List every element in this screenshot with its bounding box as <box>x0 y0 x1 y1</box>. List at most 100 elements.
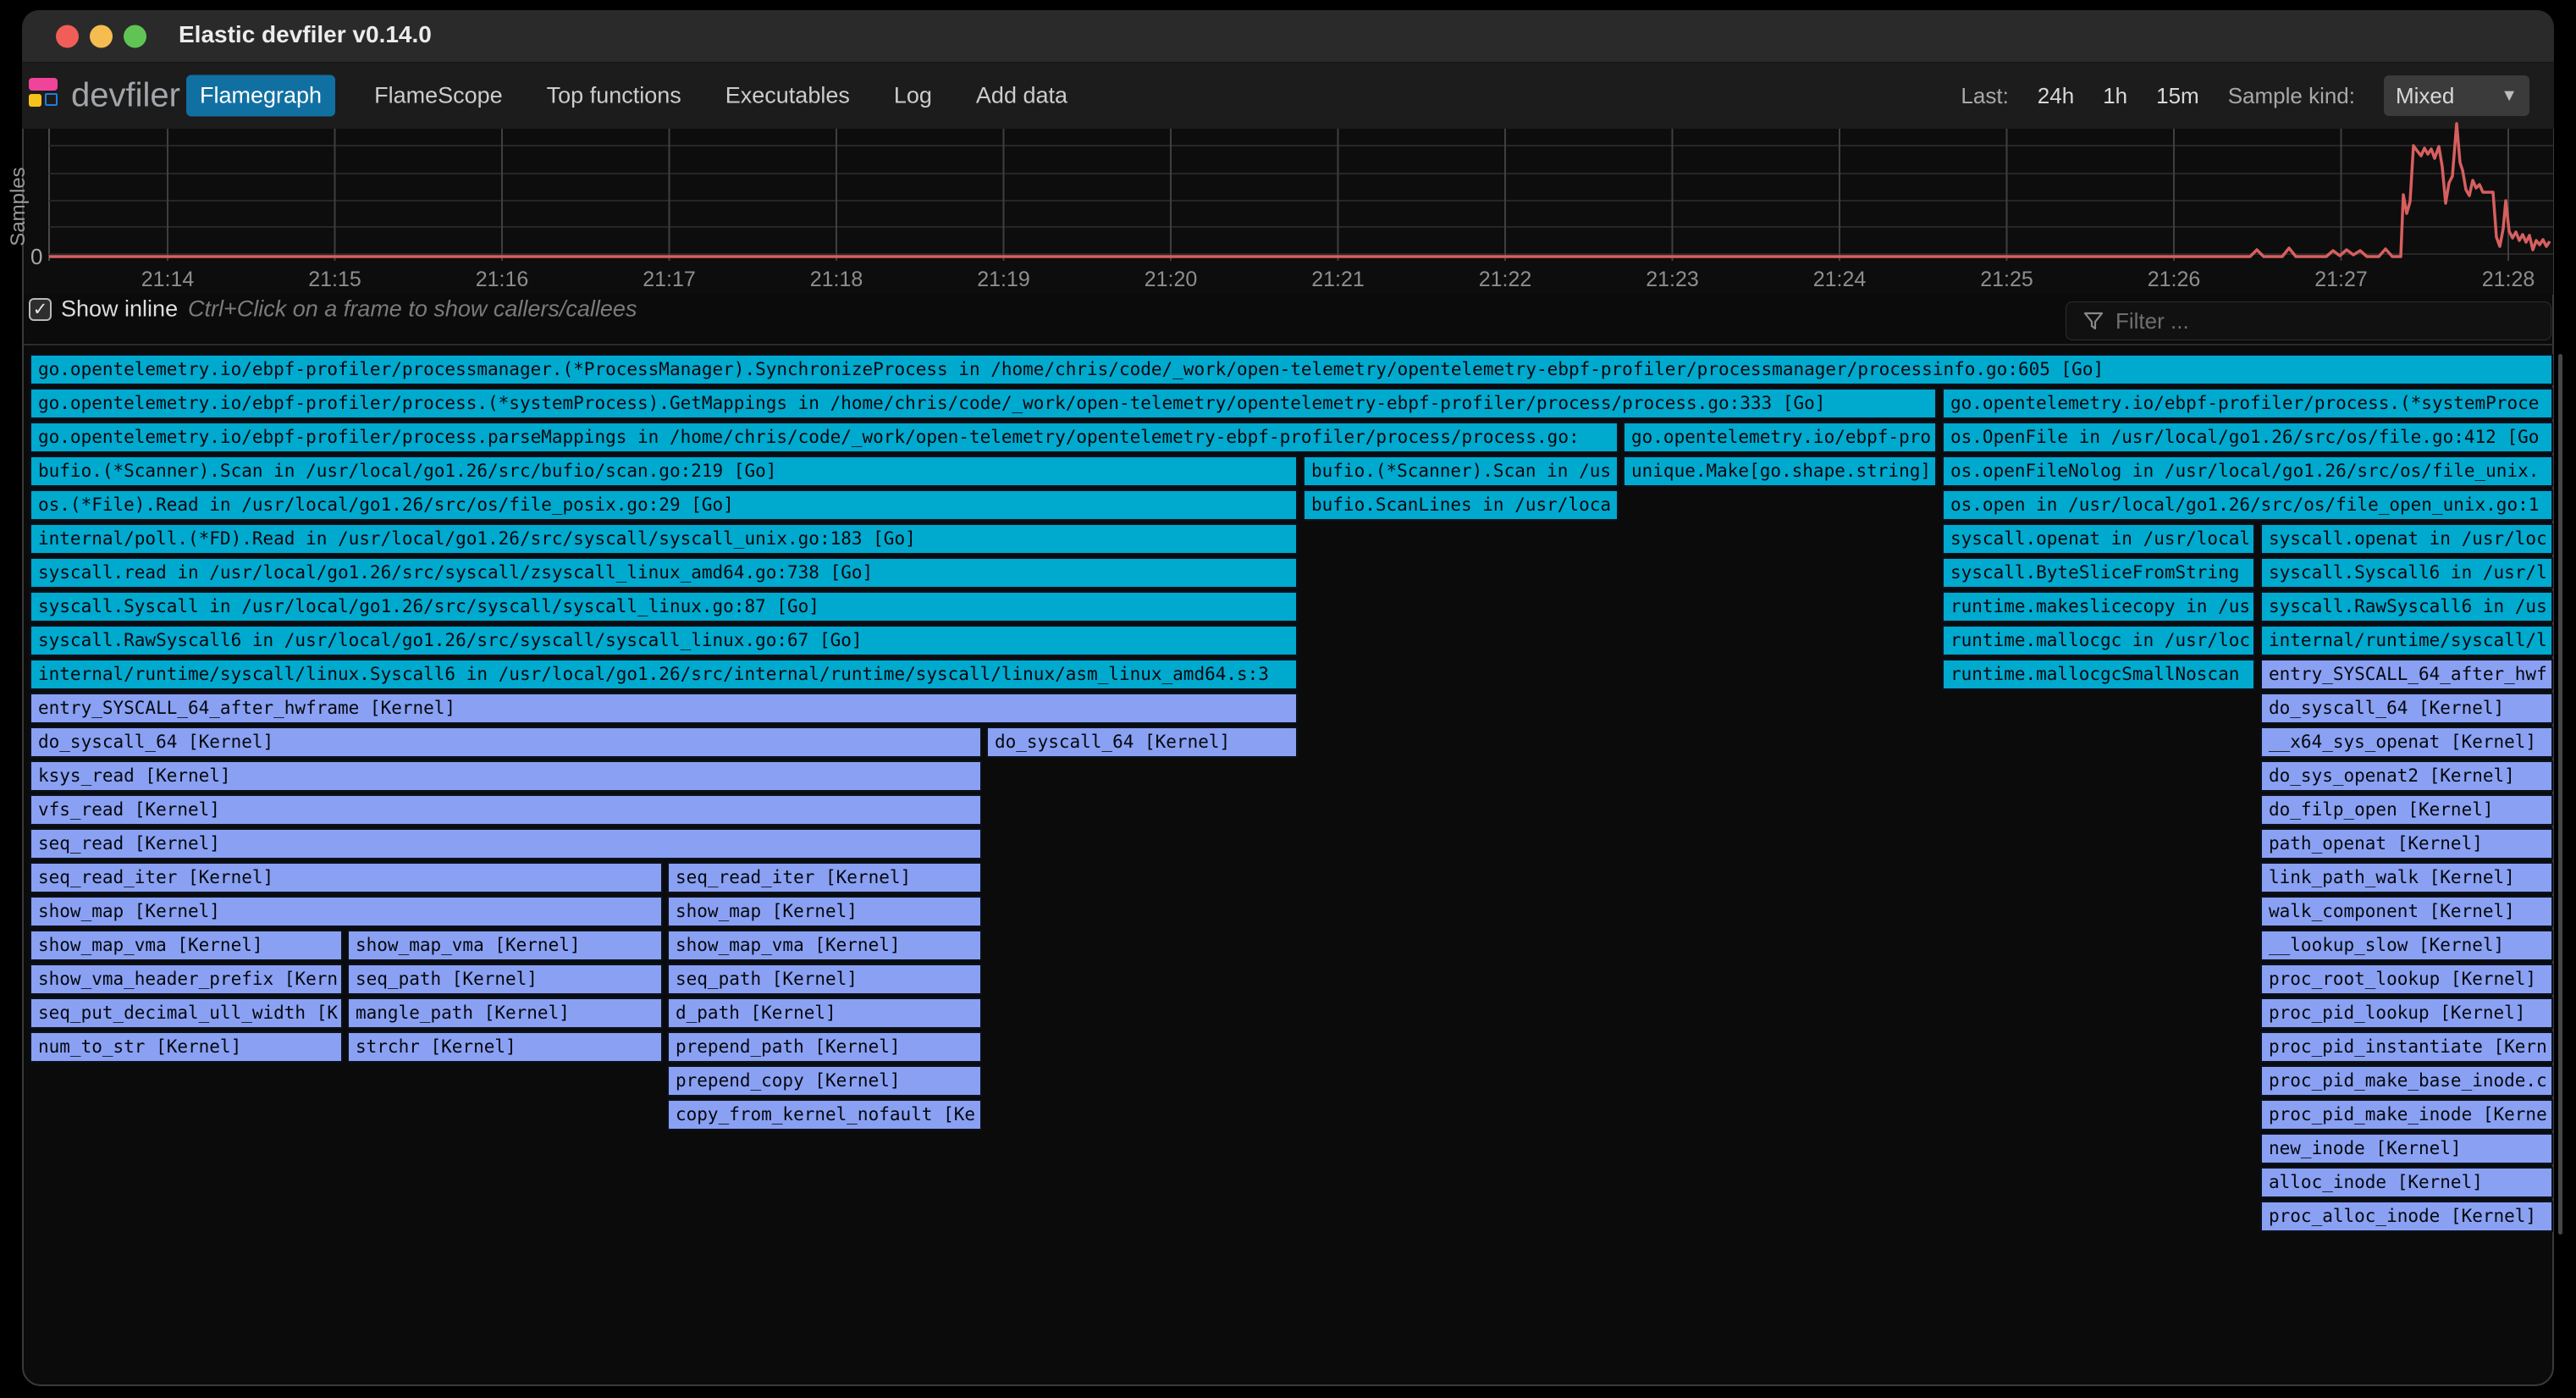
flame-frame[interactable]: copy_from_kernel_nofault [Ke <box>667 1099 982 1130</box>
x-tick-label: 21:21 <box>1292 268 1385 292</box>
filter-input[interactable] <box>2066 301 2551 340</box>
flame-frame[interactable]: show_map [Kernel] <box>667 896 982 927</box>
flame-frame[interactable]: runtime.mallocgc in /usr/loc <box>1942 625 2255 656</box>
x-tick-label: 21:22 <box>1459 268 1552 292</box>
flame-frame[interactable]: show_map_vma [Kernel] <box>667 930 982 961</box>
flame-frame[interactable]: seq_path [Kernel] <box>667 964 982 995</box>
chart-y-zero-label: 0 <box>30 244 42 270</box>
flame-frame[interactable]: seq_read_iter [Kernel] <box>667 862 982 893</box>
flame-frame[interactable]: syscall.RawSyscall6 in /usr/local/go1.26… <box>30 625 1298 656</box>
flamegraph-scrollbar[interactable] <box>2558 354 2562 1235</box>
tab-executables[interactable]: Executables <box>720 75 855 117</box>
x-tick-label: 21:19 <box>957 268 1051 292</box>
tab-log[interactable]: Log <box>889 75 937 117</box>
flame-frame[interactable]: internal/runtime/syscall/l <box>2260 625 2553 656</box>
sample-kind-select[interactable]: Mixed ▼ <box>2384 75 2529 116</box>
flame-frame[interactable]: internal/poll.(*FD).Read in /usr/local/g… <box>30 523 1298 555</box>
flame-frame[interactable]: bufio.(*Scanner).Scan in /us <box>1303 456 1619 487</box>
range-24h[interactable]: 24h <box>2038 83 2074 109</box>
flame-frame[interactable]: do_syscall_64 [Kernel] <box>30 727 982 758</box>
flame-frame[interactable]: d_path [Kernel] <box>667 997 982 1029</box>
chart-y-axis-label: Samples <box>7 156 30 257</box>
flame-frame[interactable]: link_path_walk [Kernel] <box>2260 862 2553 893</box>
flame-frame[interactable]: new_inode [Kernel] <box>2260 1133 2553 1164</box>
flame-frame[interactable]: entry_SYSCALL_64_after_hwf <box>2260 659 2553 690</box>
flame-frame[interactable]: bufio.(*Scanner).Scan in /usr/local/go1.… <box>30 456 1298 487</box>
flame-frame[interactable]: show_map_vma [Kernel] <box>30 930 343 961</box>
flame-frame[interactable]: mangle_path [Kernel] <box>347 997 663 1029</box>
flame-frame[interactable]: go.opentelemetry.io/ebpf-profiler/proces… <box>30 422 1619 453</box>
flame-frame[interactable]: unique.Make[go.shape.string] <box>1623 456 1937 487</box>
flame-frame[interactable]: syscall.Syscall6 in /usr/l <box>2260 557 2553 588</box>
close-button[interactable] <box>56 25 79 48</box>
flame-frame[interactable]: ksys_read [Kernel] <box>30 760 982 792</box>
flame-frame[interactable]: os.OpenFile in /usr/local/go1.26/src/os/… <box>1942 422 2553 453</box>
flame-frame[interactable]: show_vma_header_prefix [Kern <box>30 964 343 995</box>
flame-frame[interactable]: show_map_vma [Kernel] <box>347 930 663 961</box>
flame-frame[interactable]: proc_pid_make_base_inode.c <box>2260 1065 2553 1097</box>
flame-frame[interactable]: __x64_sys_openat [Kernel] <box>2260 727 2553 758</box>
zoom-button[interactable] <box>124 25 146 48</box>
flame-frame[interactable]: proc_pid_make_inode [Kerne <box>2260 1099 2553 1130</box>
flame-frame[interactable]: show_map [Kernel] <box>30 896 663 927</box>
flame-frame[interactable]: runtime.mallocgcSmallNoscan <box>1942 659 2255 690</box>
flame-frame[interactable]: go.opentelemetry.io/ebpf-pro <box>1623 422 1937 453</box>
show-inline-label: Show inline <box>61 296 178 323</box>
frame-hint-text: Ctrl+Click on a frame to show callers/ca… <box>188 296 637 323</box>
flame-frame[interactable]: do_sys_openat2 [Kernel] <box>2260 760 2553 792</box>
tab-top-functions[interactable]: Top functions <box>542 75 687 117</box>
flame-frame[interactable]: proc_root_lookup [Kernel] <box>2260 964 2553 995</box>
flame-frame[interactable]: __lookup_slow [Kernel] <box>2260 930 2553 961</box>
flame-frame[interactable]: seq_put_decimal_ull_width [K <box>30 997 343 1029</box>
flame-frame[interactable]: alloc_inode [Kernel] <box>2260 1167 2553 1198</box>
show-inline-checkbox[interactable]: ✓ <box>29 298 52 321</box>
flame-frame[interactable]: proc_alloc_inode [Kernel] <box>2260 1201 2553 1232</box>
range-15m[interactable]: 15m <box>2156 83 2199 109</box>
tab-add-data[interactable]: Add data <box>971 75 1073 117</box>
flame-frame[interactable]: syscall.Syscall in /usr/local/go1.26/src… <box>30 591 1298 622</box>
tab-flamegraph[interactable]: Flamegraph <box>186 75 335 117</box>
flame-frame[interactable]: strchr [Kernel] <box>347 1031 663 1063</box>
flame-frame[interactable]: go.opentelemetry.io/ebpf-profiler/proces… <box>30 354 2553 385</box>
flame-frame[interactable]: do_filp_open [Kernel] <box>2260 794 2553 826</box>
flame-frame[interactable]: go.opentelemetry.io/ebpf-profiler/proces… <box>1942 388 2553 419</box>
flame-frame[interactable]: os.open in /usr/local/go1.26/src/os/file… <box>1942 489 2553 521</box>
flame-frame[interactable]: seq_read_iter [Kernel] <box>30 862 663 893</box>
flame-frame[interactable]: do_syscall_64 [Kernel] <box>986 727 1298 758</box>
titlebar: Elastic devfiler v0.14.0 <box>22 10 2554 63</box>
flame-frame[interactable]: internal/runtime/syscall/linux.Syscall6 … <box>30 659 1298 690</box>
flame-frame[interactable]: os.(*File).Read in /usr/local/go1.26/src… <box>30 489 1298 521</box>
flame-frame[interactable]: syscall.ByteSliceFromString <box>1942 557 2255 588</box>
flame-frame[interactable]: syscall.read in /usr/local/go1.26/src/sy… <box>30 557 1298 588</box>
flame-frame[interactable]: runtime.makeslicecopy in /us <box>1942 591 2255 622</box>
flame-frame[interactable]: os.openFileNolog in /usr/local/go1.26/sr… <box>1942 456 2553 487</box>
flame-frame[interactable]: syscall.openat in /usr/loc <box>2260 523 2553 555</box>
flame-frame[interactable]: syscall.openat in /usr/local <box>1942 523 2255 555</box>
x-tick-label: 21:15 <box>289 268 382 292</box>
flame-frame[interactable]: bufio.ScanLines in /usr/loca <box>1303 489 1619 521</box>
flame-frame[interactable]: entry_SYSCALL_64_after_hwframe [Kernel] <box>30 693 1298 724</box>
flame-frame[interactable]: num_to_str [Kernel] <box>30 1031 343 1063</box>
devfiler-app: Elastic devfiler v0.14.0 devfiler Flameg… <box>0 0 2576 1398</box>
range-1h[interactable]: 1h <box>2103 83 2127 109</box>
flame-frame[interactable]: path_openat [Kernel] <box>2260 828 2553 859</box>
flame-frame[interactable]: syscall.RawSyscall6 in /us <box>2260 591 2553 622</box>
flame-frame[interactable]: seq_read [Kernel] <box>30 828 982 859</box>
flame-frame[interactable]: go.opentelemetry.io/ebpf-profiler/proces… <box>30 388 1937 419</box>
flame-frame[interactable]: proc_pid_lookup [Kernel] <box>2260 997 2553 1029</box>
x-tick-label: 21:27 <box>2295 268 2388 292</box>
flame-frame[interactable]: walk_component [Kernel] <box>2260 896 2553 927</box>
flame-frame[interactable]: prepend_path [Kernel] <box>667 1031 982 1063</box>
x-tick-label: 21:16 <box>455 268 549 292</box>
devfiler-logo-icon <box>29 78 59 108</box>
x-tick-label: 21:17 <box>623 268 716 292</box>
x-tick-label: 21:25 <box>1961 268 2054 292</box>
minimize-button[interactable] <box>90 25 113 48</box>
flame-frame[interactable]: seq_path [Kernel] <box>347 964 663 995</box>
flame-frame[interactable]: do_syscall_64 [Kernel] <box>2260 693 2553 724</box>
flame-frame[interactable]: prepend_copy [Kernel] <box>667 1065 982 1097</box>
window-title: Elastic devfiler v0.14.0 <box>179 21 432 48</box>
tab-flamescope[interactable]: FlameScope <box>369 75 508 117</box>
flame-frame[interactable]: vfs_read [Kernel] <box>30 794 982 826</box>
flame-frame[interactable]: proc_pid_instantiate [Kern <box>2260 1031 2553 1063</box>
